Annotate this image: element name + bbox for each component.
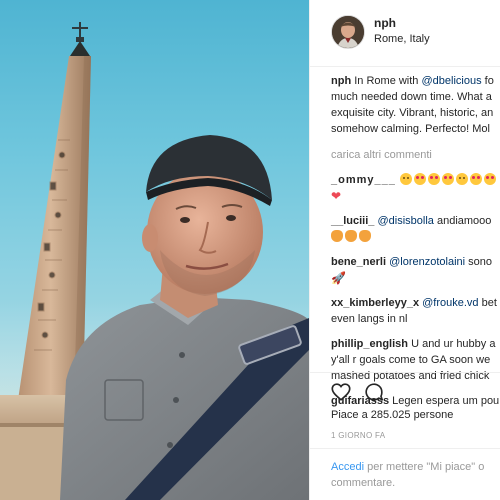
grinning-emoji-icon <box>455 173 468 185</box>
comment-text-line-2: y'all r goals come to GA soon we <box>331 354 491 366</box>
comment: xx_kimberleyy_x @frouke.vd bet even lang… <box>331 295 500 327</box>
login-link[interactable]: Accedi <box>331 461 364 473</box>
login-prompt: Accedi per mettere "Mi piace" o commenta… <box>310 448 500 500</box>
login-prompt-text: per mettere "Mi piace" o <box>364 461 485 473</box>
cat-emoji-icon <box>345 230 357 242</box>
post-caption: nph In Rome with @dbelicious fo much nee… <box>331 73 500 137</box>
caption-mention[interactable]: @dbelicious <box>421 75 481 87</box>
heart-eyes-emoji-icon <box>469 173 482 185</box>
caption-username[interactable]: nph <box>331 75 351 87</box>
comments-list: nph In Rome with @dbelicious fo much nee… <box>331 73 500 409</box>
grinning-emoji-icon <box>399 173 412 185</box>
comment: __luciii_ @disisbolla andiamooo <box>331 213 500 245</box>
caption-line-4: somehow calming. Perfecto! Mol <box>331 123 490 135</box>
comment-username[interactable]: phillip_english <box>331 338 408 350</box>
load-more-comments-link[interactable]: carica altri commenti <box>331 147 500 163</box>
selfie-with-obelisk-image <box>0 22 309 500</box>
caption-line-3: exquisite city. Vibrant, historic, an <box>331 107 494 119</box>
post-photo[interactable] <box>0 0 309 500</box>
comment-text: bet <box>478 297 497 309</box>
emoji-reactions <box>399 173 498 186</box>
comment-username[interactable]: bene_nerli <box>331 256 386 268</box>
comment-text: sono <box>465 256 493 268</box>
comment-mention[interactable]: @disisbolla <box>377 215 433 227</box>
post-info-panel: nph Rome, Italy nph In Rome with @dbelic… <box>310 0 500 500</box>
post-username[interactable]: nph <box>374 16 396 30</box>
comment-username[interactable]: __luciii_ <box>331 215 374 227</box>
comment-mention[interactable]: @lorenzotolaini <box>389 256 465 268</box>
post-header: nph Rome, Italy <box>310 0 500 67</box>
comment: _ommy___ ❤ <box>331 172 500 204</box>
comment-username[interactable]: _ommy___ <box>331 174 396 186</box>
caption-text-suffix: fo <box>481 75 494 87</box>
heart-eyes-emoji-icon <box>483 173 496 185</box>
avatar[interactable] <box>331 15 365 49</box>
caption-line-2: much needed down time. What a <box>331 91 492 103</box>
like-button[interactable] <box>330 381 352 403</box>
heart-eyes-emoji-icon <box>413 173 426 185</box>
post-location[interactable]: Rome, Italy <box>374 33 430 45</box>
red-heart-icon: ❤ <box>331 189 342 203</box>
rocket-emoji-icon: 🚀 <box>331 271 346 285</box>
comment: bene_nerli @lorenzotolaini sono 🚀 <box>331 254 500 286</box>
comment-text-line-2: even langs in nl <box>331 313 408 325</box>
emoji-reactions <box>331 229 500 245</box>
comment-username[interactable]: xx_kimberleyy_x <box>331 297 419 309</box>
heart-outline-icon <box>331 383 351 401</box>
likes-count[interactable]: Piace a 285.025 persone <box>331 409 453 421</box>
avatar-image <box>332 16 364 48</box>
cat-emoji-icon <box>359 230 371 242</box>
comment-text: andiamooo <box>433 215 492 227</box>
heart-eyes-emoji-icon <box>441 173 454 185</box>
comment-mention[interactable]: @frouke.vd <box>422 297 478 309</box>
caption-text-prefix: In Rome with <box>354 75 422 87</box>
instagram-post-modal: nph Rome, Italy nph In Rome with @dbelic… <box>0 0 500 500</box>
post-timestamp[interactable]: 1 GIORNO FA <box>331 431 385 440</box>
heart-eyes-emoji-icon <box>427 173 440 185</box>
comment-button[interactable] <box>363 381 385 403</box>
comment-text: U and ur hubby a <box>408 338 496 350</box>
login-prompt-text-line-2: commentare. <box>331 477 396 489</box>
obelisk-cross <box>72 22 88 42</box>
post-actions: Piace a 285.025 persone 1 GIORNO FA <box>310 372 500 443</box>
speech-bubble-icon <box>365 383 384 401</box>
cat-emoji-icon <box>331 230 343 242</box>
